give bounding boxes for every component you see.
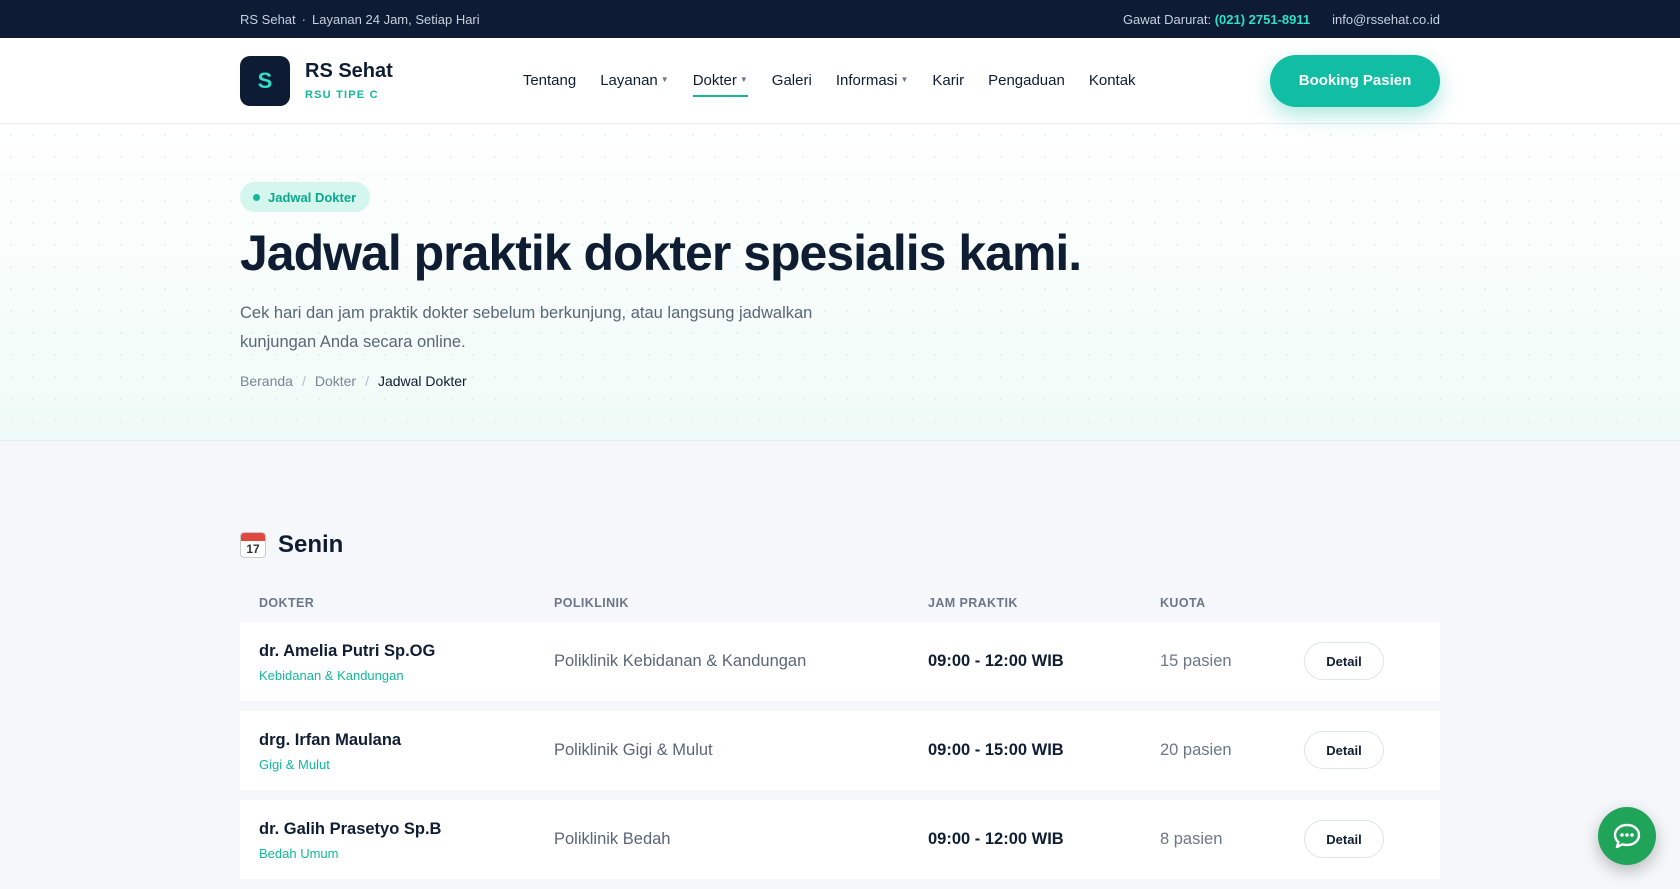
caret-down-icon: ▼ [900,75,909,84]
doctor-name: drg. Irfan Maulana [259,731,402,749]
detail-button[interactable]: Detail [1304,820,1384,858]
doctor-cell: dr. Galih Prasetyo Sp.B Bedah Umum [259,820,441,861]
hours-cell: 09:00 - 12:00 WIB [928,652,1064,670]
day-heading: 17 Senin [240,531,343,559]
doctor-cell: drg. Irfan Maulana Gigi & Mulut [259,731,401,772]
breadcrumb-current: Jadwal Dokter [377,373,467,389]
brand-name: RS Sehat [305,60,393,82]
breadcrumb-separator: / [365,373,369,389]
nav-item-pengaduan[interactable]: Pengaduan [988,66,1065,95]
quota-cell: 8 pasien [1160,830,1223,848]
doctor-name: dr. Galih Prasetyo Sp.B [259,820,442,838]
top-bar-left: RS Sehat · Layanan 24 Jam, Setiap Hari [240,11,480,27]
caret-down-icon: ▼ [739,75,748,84]
logo[interactable]: S [240,55,290,106]
nav-item-layanan[interactable]: Layanan ▼ [600,66,668,95]
breadcrumb-dokter[interactable]: Dokter [315,373,356,389]
nav-item-karir[interactable]: Karir [932,66,964,95]
detail-button[interactable]: Detail [1304,731,1384,769]
top-bar-brand: RS Sehat [240,11,296,27]
emergency-contact: Gawat Darurat: (021) 2751-8911 [1123,12,1310,27]
top-bar: RS Sehat · Layanan 24 Jam, Setiap Hari Gaw… [0,0,1680,38]
column-header-quota: KUOTA [1160,596,1206,610]
hours-cell: 09:00 - 15:00 WIB [928,741,1064,759]
table-row: dr. Amelia Putri Sp.OG Kebidanan & Kandu… [240,622,1440,701]
day-name: Senin [278,531,344,558]
clinic-cell: Poliklinik Gigi & Mulut [554,741,713,759]
brand-type: RSU TIPE C [305,89,379,101]
breadcrumb-home[interactable]: Beranda [240,373,293,389]
clinic-cell: Poliklinik Kebidanan & Kandungan [554,652,807,670]
email-link[interactable]: info@rssehat.co.id [1332,12,1440,27]
quota-cell: 15 pasien [1160,652,1232,670]
site-header: S RS Sehat RSU TIPE C Tentang Layanan ▼ D… [0,38,1680,124]
nav-item-tentang[interactable]: Tentang [523,66,576,95]
calendar-icon: 17 [240,532,266,558]
column-header-clinic: POLIKLINIK [554,596,629,610]
chat-button[interactable] [1598,807,1656,865]
detail-button[interactable]: Detail [1304,642,1384,680]
doctor-name: dr. Amelia Putri Sp.OG [259,642,436,660]
doctor-specialty: Gigi & Mulut [259,757,330,772]
nav-item-kontak[interactable]: Kontak [1089,66,1136,95]
caret-down-icon: ▼ [660,75,669,84]
chat-bubble-icon [1613,823,1641,849]
section-badge: Jadwal Dokter [240,182,371,212]
page-title: Jadwal praktik dokter spesialis kami. [240,225,1082,281]
emergency-phone-link[interactable]: (021) 2751-8911 [1215,12,1310,27]
page-lead: Cek hari dan jam praktik dokter sebelum … [240,304,813,351]
hero-section: Jadwal Dokter Jadwal praktik dokter spes… [0,124,1680,441]
booking-button[interactable]: Booking Pasien [1270,54,1440,107]
doctor-cell: dr. Amelia Putri Sp.OG Kebidanan & Kandu… [259,642,435,683]
table-row: dr. Galih Prasetyo Sp.B Bedah Umum Polik… [240,800,1440,879]
nav-item-dokter[interactable]: Dokter ▼ [692,66,748,97]
clinic-cell: Poliklinik Bedah [554,830,671,848]
doctor-specialty: Bedah Umum [259,846,339,861]
emergency-label: Gawat Darurat: [1122,11,1212,27]
table-row: drg. Irfan Maulana Gigi & Mulut Poliklin… [240,711,1440,790]
top-bar-right: Gawat Darurat: (021) 2751-8911 info@rsse… [1123,12,1440,27]
breadcrumb: Beranda / Dokter / Jadwal Dokter [240,373,467,389]
table-header: DOKTER POLIKLINIK JAM PRAKTIK KUOTA [240,596,1440,616]
column-header-hours: JAM PRAKTIK [928,596,1018,610]
main-nav: Tentang Layanan ▼ Dokter ▼ Galeri Informas… [523,66,1136,97]
brand: RS Sehat RSU TIPE C [305,60,393,101]
nav-item-galeri[interactable]: Galeri [772,66,812,95]
breadcrumb-separator: / [301,373,306,389]
quota-cell: 20 pasien [1160,741,1232,759]
hours-cell: 09:00 - 12:00 WIB [928,830,1064,848]
top-bar-tagline: Layanan 24 Jam, Setiap Hari [312,11,480,27]
doctor-specialty: Kebidanan & Kandungan [259,668,404,683]
nav-item-informasi[interactable]: Informasi ▼ [836,66,909,95]
column-header-doctor: DOKTER [259,596,315,610]
